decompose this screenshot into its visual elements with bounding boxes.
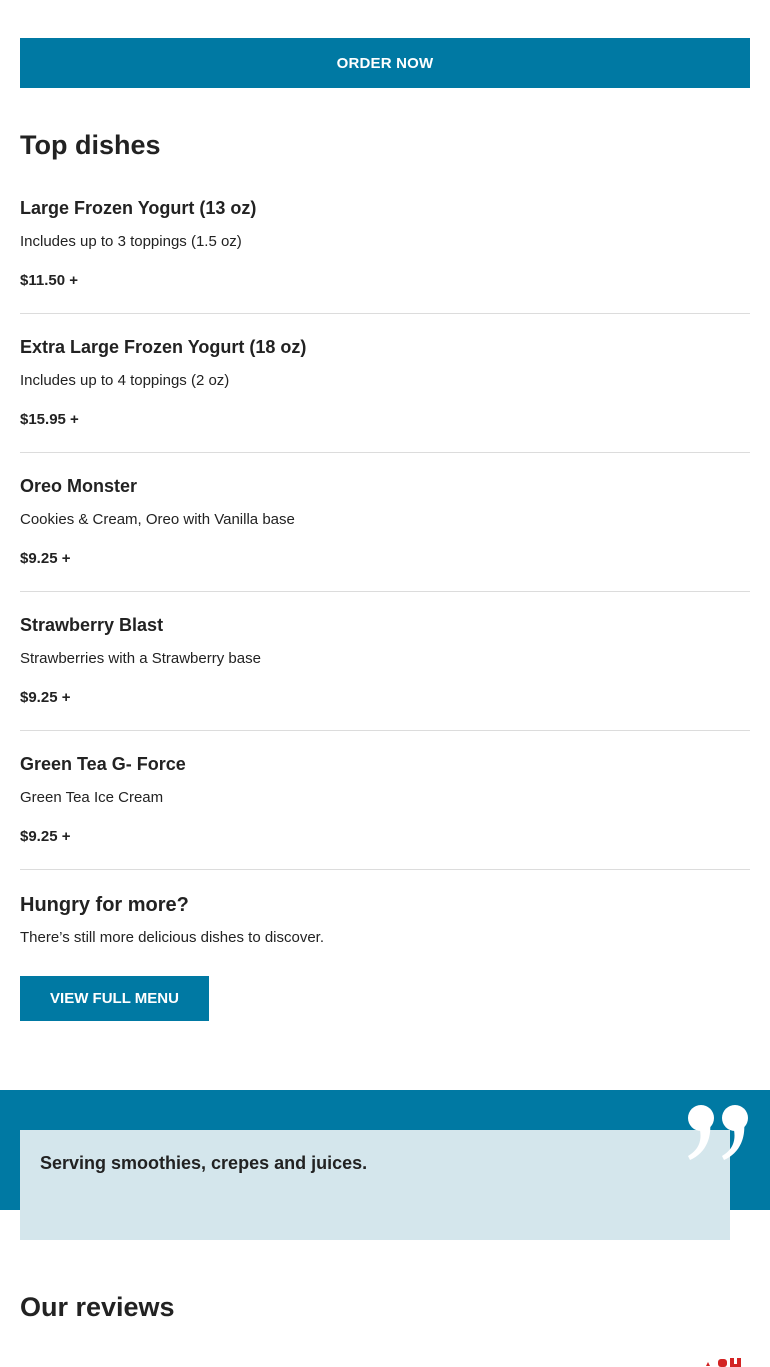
- hungry-for-more-title: Hungry for more?: [20, 894, 189, 916]
- quote-icon: [688, 1105, 748, 1160]
- quote-card: Serving smoothies, crepes and juices.: [20, 1130, 730, 1240]
- dish-name: Large Frozen Yogurt (13 oz): [20, 198, 257, 218]
- review-item-peek: [20, 1358, 250, 1367]
- dish-price: $11.50 +: [20, 272, 78, 289]
- dish-price: $9.25 +: [20, 689, 71, 706]
- quote-text: Serving smoothies, crepes and juices.: [40, 1153, 368, 1173]
- dish-item[interactable]: Oreo Monster Cookies & Cream, Oreo with …: [20, 453, 750, 592]
- view-full-menu-button[interactable]: VIEW FULL MENU: [20, 976, 209, 1021]
- dish-description: Cookies & Cream, Oreo with Vanilla base: [20, 511, 295, 528]
- dish-description: Strawberries with a Strawberry base: [20, 650, 261, 667]
- hungry-for-more-text: There’s still more delicious dishes to d…: [20, 929, 325, 946]
- dish-price: $15.95 +: [20, 411, 79, 428]
- dish-description: Includes up to 4 toppings (2 oz): [20, 372, 230, 389]
- brand-logo-icon: [706, 1358, 741, 1367]
- dish-description: Green Tea Ice Cream: [20, 789, 164, 806]
- top-dishes-title: Top dishes: [20, 130, 161, 160]
- dish-item[interactable]: Extra Large Frozen Yogurt (18 oz) Includ…: [20, 314, 750, 453]
- dish-price: $9.25 +: [20, 828, 71, 845]
- dish-name: Green Tea G- Force: [20, 754, 186, 774]
- dish-price: $9.25 +: [20, 550, 71, 567]
- dish-name: Extra Large Frozen Yogurt (18 oz): [20, 337, 307, 357]
- dish-name: Strawberry Blast: [20, 615, 164, 635]
- dish-item[interactable]: Large Frozen Yogurt (13 oz) Includes up …: [20, 175, 750, 314]
- our-reviews-title: Our reviews: [20, 1292, 175, 1322]
- dish-name: Oreo Monster: [20, 476, 138, 496]
- order-now-button[interactable]: ORDER NOW: [20, 38, 750, 88]
- dish-item[interactable]: Green Tea G- Force Green Tea Ice Cream $…: [20, 731, 750, 870]
- dish-item[interactable]: Strawberry Blast Strawberries with a Str…: [20, 592, 750, 731]
- dish-description: Includes up to 3 toppings (1.5 oz): [20, 233, 242, 250]
